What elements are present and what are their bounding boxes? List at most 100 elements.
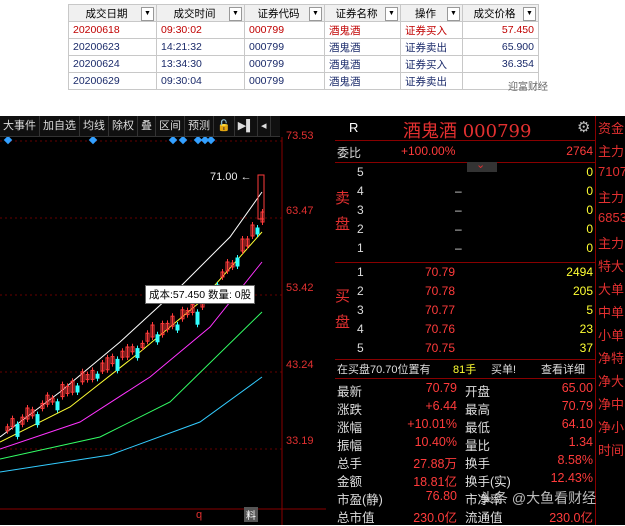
toolbar-ma[interactable]: 均线 <box>80 116 109 136</box>
table-row[interactable]: 20200624 13:34:30 000799 酒鬼酒 证券买入 36.354 <box>68 55 539 73</box>
column-header-code[interactable]: 证券代码 ▼ <box>244 4 325 22</box>
table-row[interactable]: 20200618 09:30:02 000799 酒鬼酒 证券买入 57.450 <box>68 21 539 39</box>
column-header-name[interactable]: 证券名称 ▼ <box>324 4 401 22</box>
order-volume: 0 <box>586 184 593 198</box>
kline-chart[interactable]: 71.00 ← 73.53 63.47 53.42 43.24 33.19 成本… <box>0 130 326 525</box>
buy-order-row[interactable]: 4 70.76 23 <box>335 322 595 339</box>
fund-flow-label: 主力 <box>598 190 625 205</box>
candle-body <box>135 348 140 359</box>
event-marker <box>193 137 203 145</box>
order-level: 2 <box>357 284 364 298</box>
sell-order-row[interactable]: 50 <box>335 165 595 182</box>
order-price: 70.77 <box>425 303 456 317</box>
buy-order-row[interactable]: 3 70.77 5 <box>335 303 595 320</box>
buy-order-row[interactable]: 1 70.79 2494 <box>335 265 595 282</box>
fund-flow-label: 中单 <box>598 305 625 320</box>
fund-flow-label: 小单 <box>598 328 625 343</box>
stat-label: 最高 <box>465 403 491 417</box>
quote-header: R 酒鬼酒 000799 ⚙ <box>335 116 595 142</box>
sell-order-row[interactable]: 1 – 0 <box>335 241 595 258</box>
sell-order-row[interactable]: 3 – 0 <box>335 203 595 220</box>
cell-operation: 证券卖出 <box>400 72 463 90</box>
sell-order-row[interactable]: 4 – 0 <box>335 184 595 201</box>
r-badge: R <box>349 120 359 135</box>
chart-toolbar: 大事件 加自选 均线 除权 叠 区间 预测 🔓 ▶▌ ◂ <box>0 116 280 137</box>
toolbar-add-watchlist[interactable]: 加自选 <box>40 116 80 136</box>
column-header-date[interactable]: 成交日期 ▼ <box>68 4 157 22</box>
stat-value: 12.43% <box>550 471 593 485</box>
column-header-operation[interactable]: 操作 ▼ <box>400 4 463 22</box>
toolbar-events[interactable]: 大事件 <box>0 116 40 136</box>
view-details-link[interactable]: 查看详细 <box>541 361 585 377</box>
toolbar-forecast[interactable]: 预测 <box>185 116 214 136</box>
toolbar-ex-rights[interactable]: 除权 <box>109 116 138 136</box>
cell-code: 000799 <box>244 72 325 90</box>
order-level: 4 <box>357 322 364 336</box>
lock-icon[interactable]: 🔓 <box>214 116 235 136</box>
cell-time: 14:21:32 <box>156 38 245 56</box>
cell-operation: 证券买入 <box>400 21 463 39</box>
stat-value: 230.0亿 <box>413 511 457 525</box>
order-volume: 0 <box>586 165 593 179</box>
stat-value: 230.0亿 <box>549 511 593 525</box>
stock-title: 酒鬼酒 000799 <box>403 121 532 142</box>
weibi-value: +100.00% <box>401 144 456 158</box>
buy-order-row[interactable]: 2 70.78 205 <box>335 284 595 301</box>
stat-row: 总手 27.88万 换手 8.58% <box>335 453 595 471</box>
dropdown-icon[interactable]: ▼ <box>385 7 398 21</box>
play-icon[interactable]: ▶▌ <box>235 116 258 136</box>
order-volume: 37 <box>579 341 593 355</box>
event-marker <box>178 137 188 145</box>
dropdown-icon[interactable]: ▼ <box>447 7 460 21</box>
fund-flow-label: 净特 <box>598 351 625 366</box>
cell-time: 13:34:30 <box>156 55 245 73</box>
order-level: 1 <box>357 241 364 255</box>
cell-operation: 证券卖出 <box>400 38 463 56</box>
y-axis-label: 63.47 <box>286 205 314 217</box>
order-level: 4 <box>357 184 364 198</box>
order-volume: 0 <box>586 203 593 217</box>
fund-flow-label: 7107 <box>598 164 625 179</box>
event-marker <box>88 137 98 145</box>
table-row[interactable]: 20200623 14:21:32 000799 酒鬼酒 证券卖出 65.900 <box>68 38 539 56</box>
order-price: – <box>455 222 462 236</box>
order-price: 70.75 <box>425 341 456 355</box>
order-price: 70.76 <box>425 322 456 336</box>
stat-row: 涨幅 +10.01% 最低 64.10 <box>335 417 595 435</box>
stat-label: 开盘 <box>465 385 491 399</box>
table-row[interactable]: 20200629 09:30:04 000799 酒鬼酒 证券卖出 <box>68 72 539 90</box>
cell-operation: 证券买入 <box>400 55 463 73</box>
candle-body <box>175 324 180 331</box>
moving-average-line <box>0 231 263 443</box>
sell-order-row[interactable]: 2 – 0 <box>335 222 595 239</box>
dropdown-icon[interactable]: ▼ <box>141 7 154 21</box>
gear-icon[interactable]: ⚙ <box>577 118 590 136</box>
dropdown-icon[interactable]: ▼ <box>229 7 242 21</box>
toolbar-overlay[interactable]: 叠 <box>138 116 156 136</box>
table-header-row: 成交日期 ▼ 成交时间 ▼ 证券代码 ▼ 证券名称 ▼ 操作 ▼ 成交价格 ▼ <box>68 4 539 22</box>
kline-svg <box>0 137 326 525</box>
fund-flow-label: 净大 <box>598 374 625 389</box>
stat-row: 涨跌 +6.44 最高 70.79 <box>335 399 595 417</box>
toolbar-range[interactable]: 区间 <box>156 116 185 136</box>
fund-flow-label: 大单 <box>598 282 625 297</box>
stat-label: 涨跌 <box>337 403 363 417</box>
y-axis-label: 33.19 <box>286 435 314 447</box>
stat-value: +6.44 <box>425 399 457 413</box>
order-price: – <box>455 203 462 217</box>
dropdown-icon[interactable]: ▼ <box>309 7 322 21</box>
dropdown-icon[interactable]: ▼ <box>523 7 536 21</box>
order-price: – <box>455 241 462 255</box>
column-header-time[interactable]: 成交时间 ▼ <box>156 4 245 22</box>
stat-value: 8.58% <box>557 453 593 467</box>
stat-label: 最低 <box>465 421 491 435</box>
cell-code: 000799 <box>244 55 325 73</box>
column-header-price[interactable]: 成交价格 ▼ <box>462 4 539 22</box>
event-marker <box>206 137 216 145</box>
order-volume: 0 <box>586 241 593 255</box>
buy-order-row[interactable]: 5 70.75 37 <box>335 341 595 358</box>
stat-label: 涨幅 <box>337 421 363 435</box>
order-volume: 2494 <box>566 265 593 279</box>
cell-name: 酒鬼酒 <box>324 55 401 73</box>
collapse-icon[interactable]: ◂ <box>258 116 271 136</box>
